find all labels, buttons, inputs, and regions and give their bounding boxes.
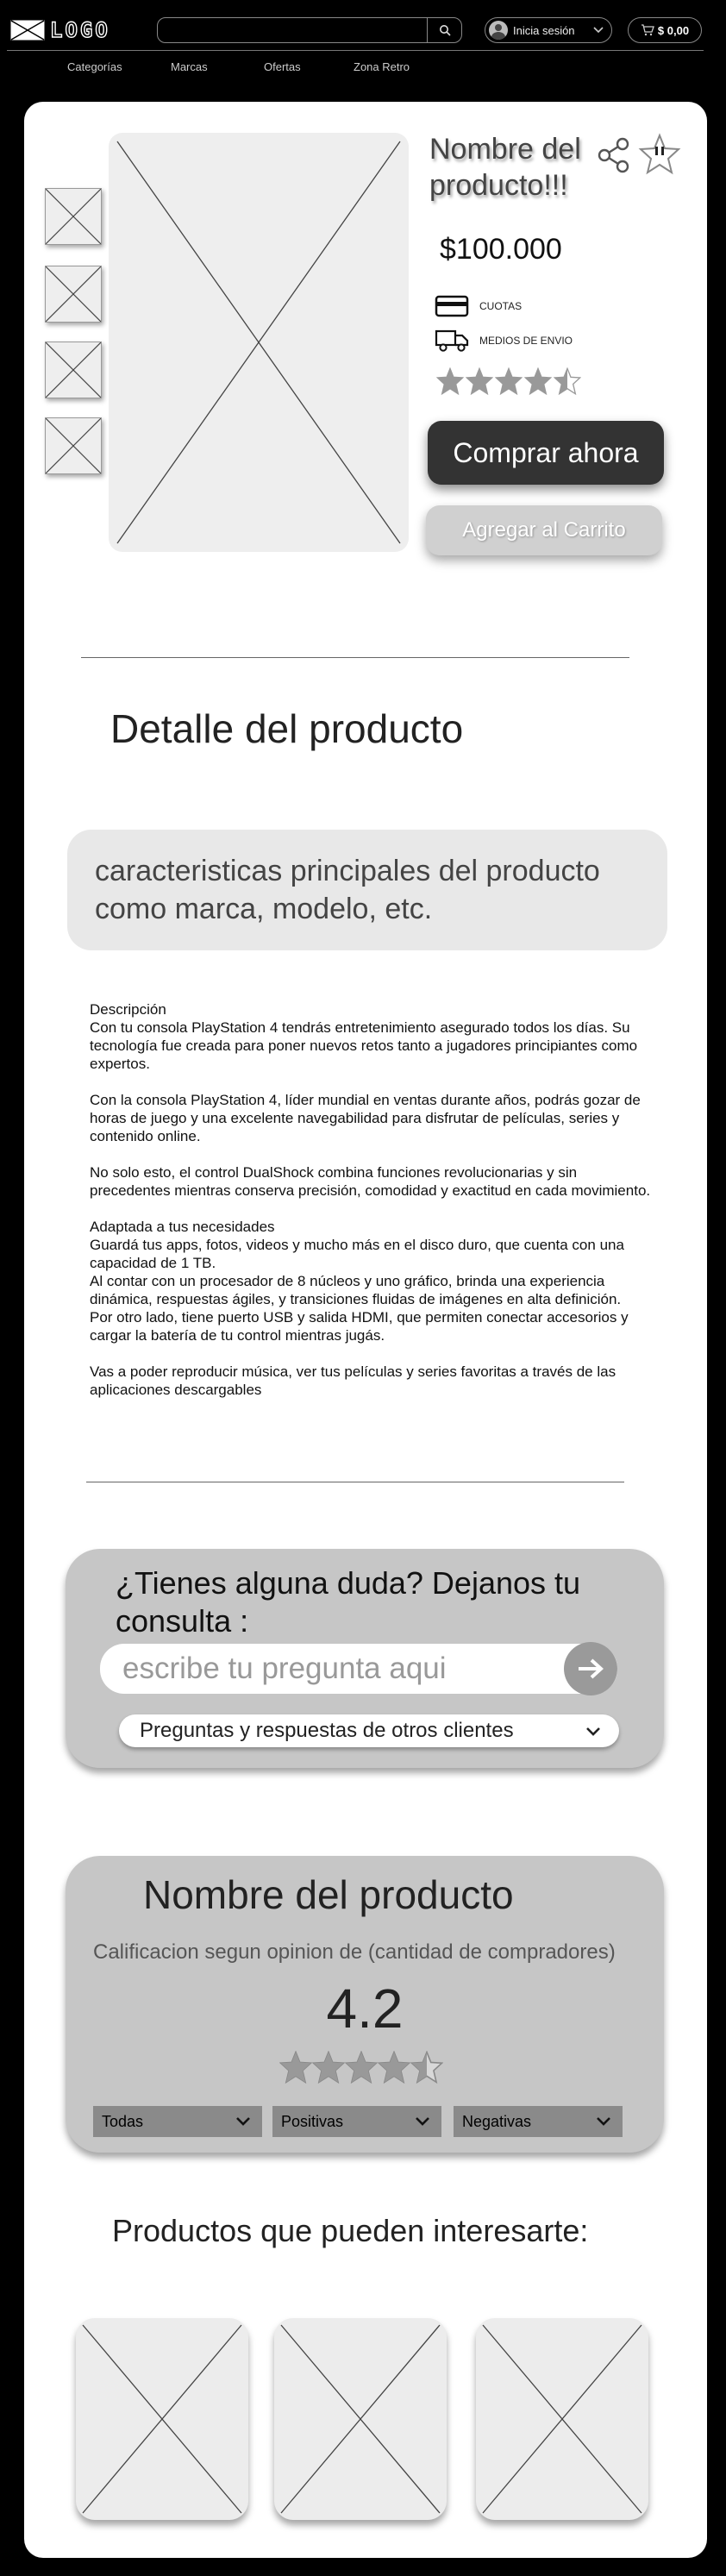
search-icon	[439, 25, 451, 36]
image-placeholder-icon	[116, 141, 401, 544]
filter-label: Negativas	[462, 2112, 532, 2130]
logo-image-icon	[10, 20, 45, 41]
image-placeholder-icon	[482, 2324, 642, 2514]
product-thumbnail[interactable]	[45, 266, 102, 323]
star-icon	[436, 367, 464, 395]
image-placeholder-icon	[82, 2324, 242, 2514]
nav-item-marcas[interactable]: Marcas	[171, 60, 208, 73]
other-questions-label: Preguntas y respuestas de otros clientes	[140, 1719, 514, 1742]
share-icon[interactable]	[597, 136, 631, 174]
buy-now-button[interactable]: Comprar ahora	[428, 421, 664, 485]
delivery-truck-icon	[435, 329, 469, 352]
login-label: Inicia sesión	[513, 23, 575, 37]
cart-icon	[641, 24, 654, 36]
suggestions-title: Productos que pueden interesarte:	[112, 2213, 589, 2248]
search-button[interactable]	[427, 18, 461, 42]
other-questions-dropdown[interactable]: Preguntas y respuestas de otros clientes	[119, 1714, 619, 1747]
nav-item-categorias[interactable]: Categorías	[67, 60, 122, 73]
star-icon	[378, 2051, 410, 2084]
filter-label: Todas	[102, 2112, 144, 2130]
star-icon	[554, 367, 581, 395]
filter-positivas[interactable]: Positivas	[272, 2106, 441, 2137]
star-icon	[345, 2051, 378, 2084]
product-thumbnail[interactable]	[45, 342, 102, 398]
chevron-down-icon	[236, 2117, 250, 2126]
reviews-subtitle: Calificacion segun opinion de (cantidad …	[93, 1940, 616, 1964]
suggested-product-card[interactable]	[76, 2318, 248, 2520]
chevron-down-icon	[597, 2117, 610, 2126]
questions-title: ¿Tienes alguna duda? Dejanos tu consulta…	[116, 1565, 581, 1639]
logo-text: LOGO	[49, 17, 110, 42]
reviews-product-name: Nombre del producto	[143, 1872, 514, 1917]
filter-todas[interactable]: Todas	[93, 2106, 262, 2137]
send-question-button[interactable]	[564, 1642, 617, 1695]
favorite-star-icon[interactable]	[638, 133, 681, 176]
payment-label: CUOTAS	[479, 300, 523, 312]
image-placeholder-icon	[280, 2324, 441, 2514]
image-placeholder-icon	[46, 266, 101, 322]
image-placeholder-icon	[46, 342, 101, 398]
rating-score: 4.2	[326, 1977, 404, 2040]
user-avatar-icon	[489, 21, 508, 40]
main-nav: Categorías Marcas Ofertas Zona Retro	[0, 60, 726, 79]
search-input[interactable]	[157, 17, 462, 43]
star-icon	[524, 367, 552, 395]
login-button[interactable]: Inicia sesión	[485, 17, 612, 43]
cart-total: $ 0,00	[657, 23, 690, 37]
product-description: Descripción Con tu consola PlayStation 4…	[90, 1001, 651, 1398]
shipping-info[interactable]: MEDIOS DE ENVIO	[435, 328, 573, 354]
chevron-down-icon	[416, 2117, 429, 2126]
cart-button[interactable]: $ 0,00	[628, 17, 702, 43]
nav-item-zona-retro[interactable]: Zona Retro	[354, 60, 410, 73]
add-to-cart-button[interactable]: Agregar al Carrito	[426, 505, 662, 555]
suggested-product-card[interactable]	[476, 2318, 648, 2520]
product-page-card: Nombre del producto!!! $100.000 CUOTAS M…	[24, 102, 707, 2558]
product-main-image[interactable]	[109, 133, 409, 552]
shipping-label: MEDIOS DE ENVIO	[479, 335, 573, 347]
nav-item-ofertas[interactable]: Ofertas	[264, 60, 301, 73]
reviews-rating-stars	[279, 2051, 443, 2084]
header-divider	[7, 50, 704, 51]
star-icon	[279, 2051, 312, 2084]
image-placeholder-icon	[46, 189, 101, 244]
product-thumbnail[interactable]	[45, 417, 102, 474]
chevron-down-icon	[593, 27, 604, 34]
questions-section: ¿Tienes alguna duda? Dejanos tu consulta…	[66, 1549, 664, 1768]
detail-title: Detalle del producto	[110, 706, 464, 751]
product-price: $100.000	[440, 233, 562, 266]
star-icon	[410, 2051, 443, 2084]
star-icon	[495, 367, 523, 395]
logo[interactable]: LOGO	[10, 17, 110, 43]
product-thumbnail[interactable]	[45, 188, 102, 245]
reviews-section: Nombre del producto Calificacion segun o…	[66, 1856, 664, 2153]
question-input[interactable]: escribe tu pregunta aqui	[100, 1644, 617, 1694]
product-rating-stars	[436, 367, 581, 395]
site-header: LOGO Inicia sesión $ 0,00 Categorías Mar…	[0, 0, 726, 83]
credit-card-icon	[435, 295, 469, 317]
arrow-right-icon	[579, 1658, 604, 1679]
suggested-product-card[interactable]	[274, 2318, 447, 2520]
image-placeholder-icon	[46, 418, 101, 473]
features-box: caracteristicas principales del producto…	[67, 830, 667, 950]
chevron-down-icon	[586, 1727, 600, 1736]
filter-negativas[interactable]: Negativas	[454, 2106, 623, 2137]
star-icon	[312, 2051, 345, 2084]
payment-info[interactable]: CUOTAS	[435, 295, 522, 317]
section-divider	[81, 657, 629, 658]
filter-label: Positivas	[281, 2112, 344, 2130]
star-icon	[466, 367, 493, 395]
